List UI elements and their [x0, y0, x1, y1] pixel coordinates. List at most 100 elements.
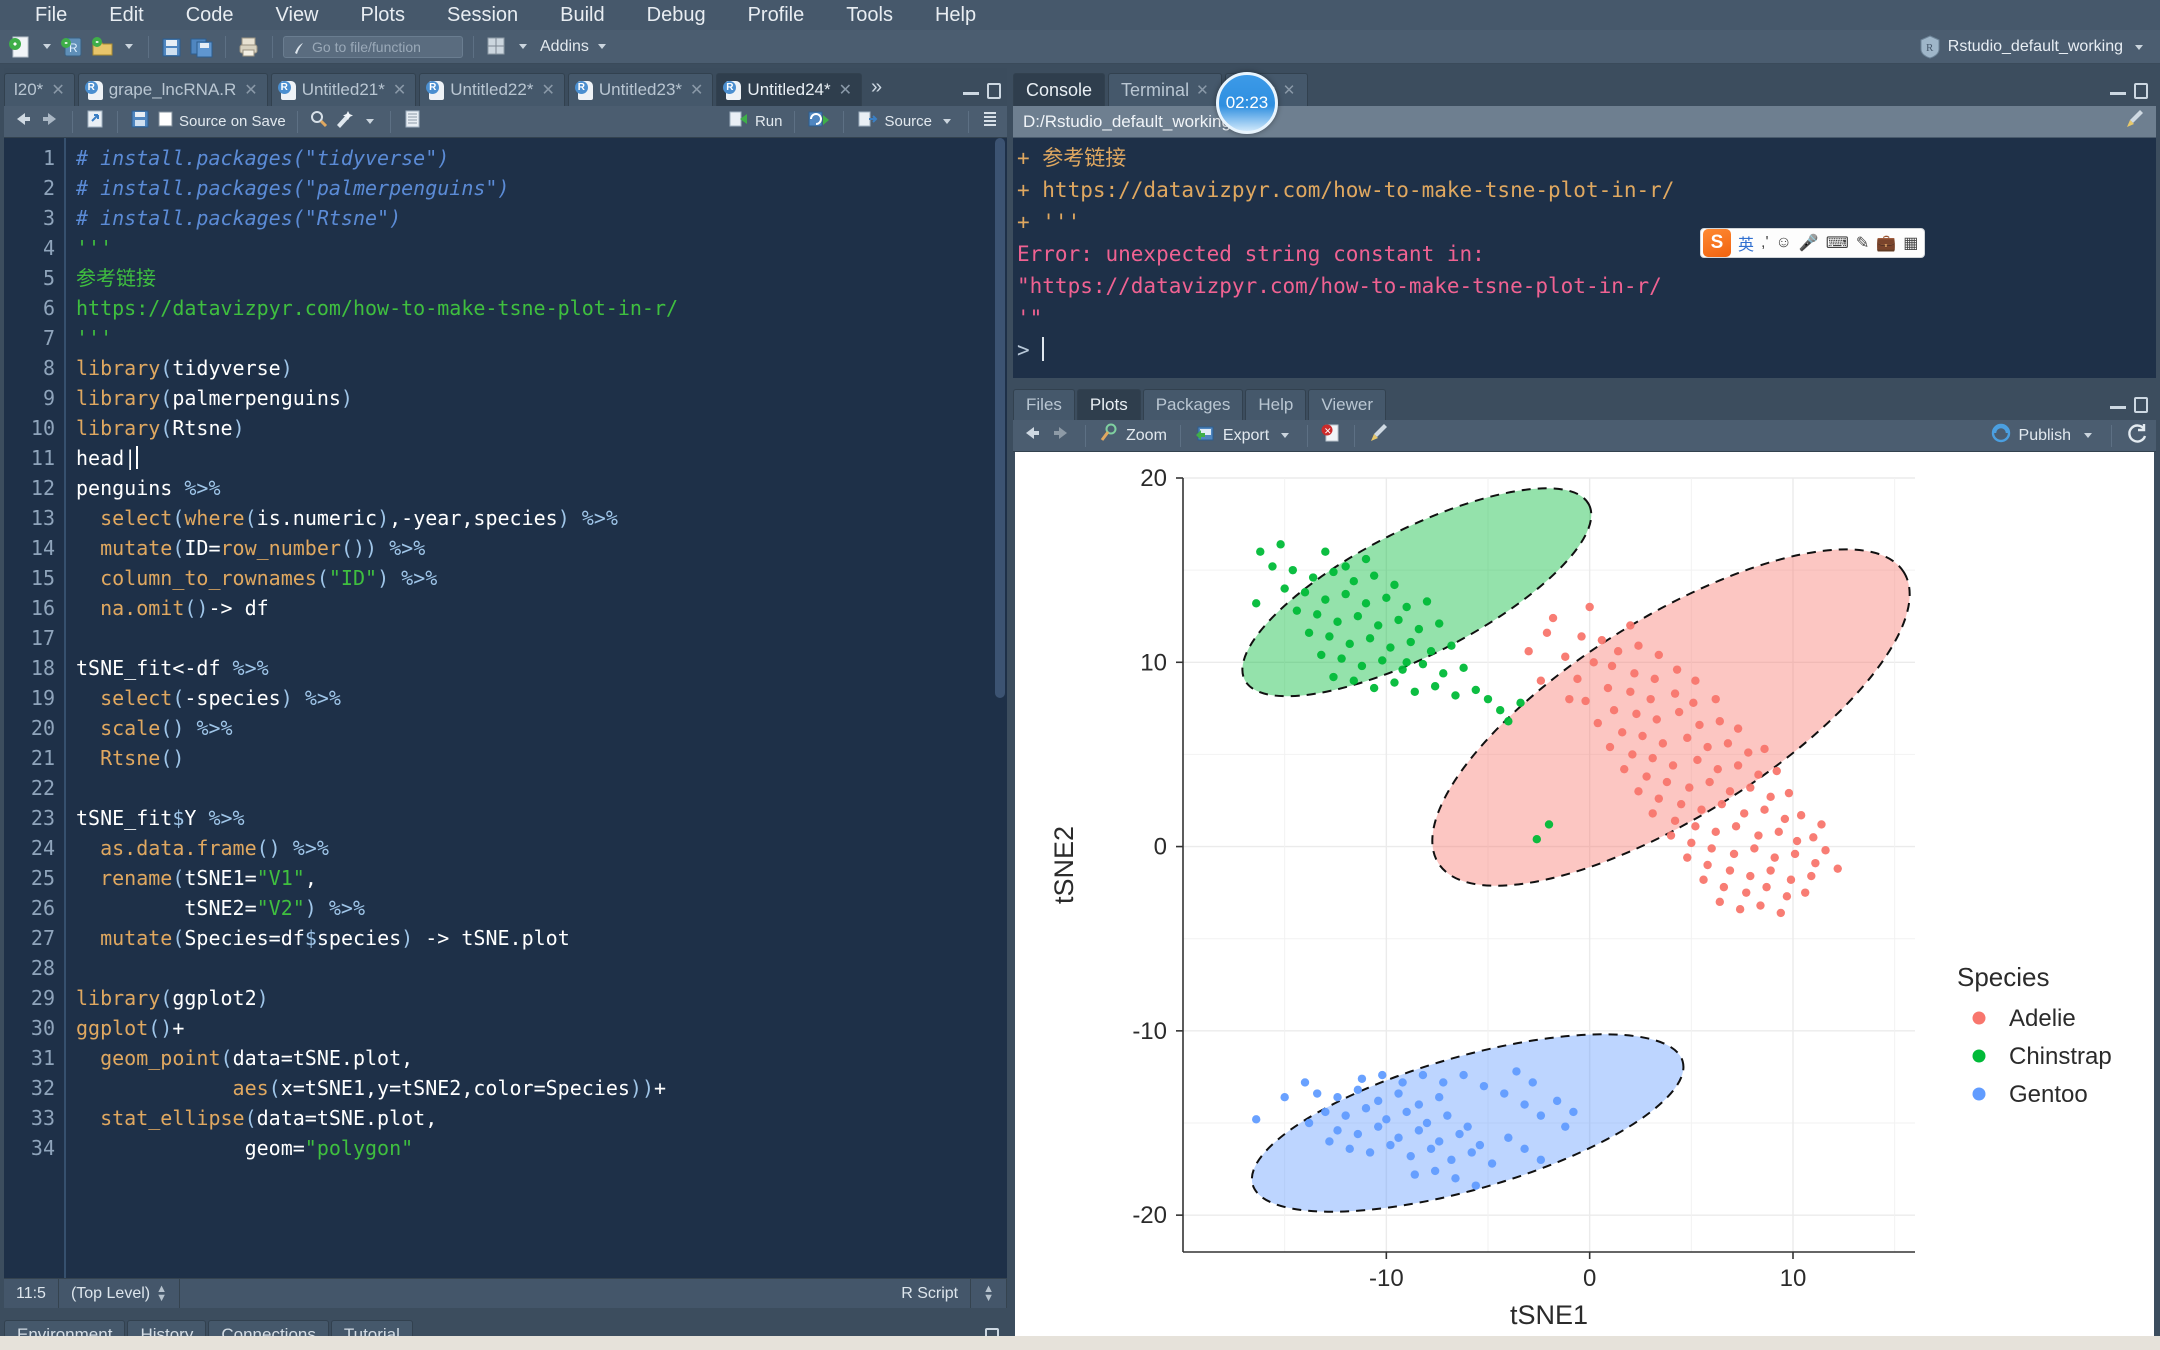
tab-overflow-icon[interactable]: » — [871, 76, 882, 99]
code-line[interactable]: # install.packages("tidyverse") — [76, 143, 1007, 173]
tab-terminal[interactable]: Terminal ✕ — [1108, 73, 1222, 106]
tab-viewer[interactable]: Viewer — [1308, 389, 1386, 420]
close-icon[interactable]: ✕ — [393, 80, 406, 100]
plot-canvas[interactable]: -20-1001020-10010tSNE1tSNE2SpeciesAdelie… — [1015, 452, 2154, 1348]
close-icon[interactable]: ✕ — [51, 80, 64, 100]
code-line[interactable]: mutate(ID=row_number()) %>% — [76, 533, 1007, 563]
menu-edit[interactable]: Edit — [88, 2, 164, 29]
publish-icon[interactable] — [1991, 423, 2011, 448]
console-output[interactable]: + 参考链接+ https://datavizpyr.com/how-to-ma… — [1013, 138, 2156, 378]
save-all-icon[interactable] — [189, 35, 215, 59]
clear-console-icon[interactable] — [2124, 108, 2146, 135]
show-in-new-window-icon[interactable] — [84, 109, 106, 134]
new-file-dropdown-caret[interactable] — [43, 44, 51, 49]
code-line[interactable]: select(-species) %>% — [76, 683, 1007, 713]
refresh-icon[interactable] — [2126, 422, 2148, 449]
maximize-pane-icon[interactable] — [2134, 397, 2148, 413]
find-icon[interactable] — [309, 109, 329, 134]
punctuation-icon[interactable]: ,' — [1761, 234, 1769, 252]
code-line[interactable]: ggplot()+ — [76, 1013, 1007, 1043]
editor-tab-3[interactable]: Untitled22* ✕ — [419, 73, 565, 106]
forward-arrow-icon[interactable] — [39, 110, 61, 133]
code-tools-icon[interactable] — [334, 109, 356, 134]
editor-menu-icon[interactable] — [981, 109, 999, 134]
code-line[interactable] — [76, 953, 1007, 983]
menu-view[interactable]: View — [255, 2, 340, 29]
tab-help[interactable]: Help — [1245, 389, 1306, 420]
code-line[interactable]: library(Rtsne) — [76, 413, 1007, 443]
close-icon[interactable]: ✕ — [690, 80, 703, 100]
code-line[interactable] — [76, 623, 1007, 653]
code-tools-dropdown-caret[interactable] — [366, 119, 374, 124]
project-dropdown-caret[interactable] — [2135, 45, 2143, 50]
keyboard-icon[interactable]: ⌨ — [1826, 233, 1849, 253]
code-line[interactable]: column_to_rownames("ID") %>% — [76, 563, 1007, 593]
code-editor[interactable]: 1234567891011121314151617181920212223242… — [4, 138, 1007, 1278]
source-icon[interactable] — [856, 109, 878, 134]
back-arrow-icon[interactable] — [1021, 424, 1043, 447]
menu-help[interactable]: Help — [914, 2, 997, 29]
menu-plots[interactable]: Plots — [340, 2, 426, 29]
tab-files[interactable]: Files — [1013, 389, 1075, 420]
source-on-save-checkbox[interactable] — [156, 110, 174, 133]
menu-profile[interactable]: Profile — [727, 2, 826, 29]
code-line[interactable]: https://datavizpyr.com/how-to-make-tsne-… — [76, 293, 1007, 323]
code-line[interactable] — [76, 773, 1007, 803]
code-content[interactable]: # install.packages("tidyverse")# install… — [66, 138, 1007, 1278]
addins-dropdown-caret[interactable] — [598, 44, 606, 49]
editor-tab-4[interactable]: Untitled23* ✕ — [568, 73, 714, 106]
menu-build[interactable]: Build — [539, 2, 625, 29]
close-icon[interactable]: ✕ — [1196, 81, 1209, 99]
editor-tab-5[interactable]: Untitled24* ✕ — [716, 73, 862, 106]
tab-plots[interactable]: Plots — [1077, 389, 1141, 420]
code-line[interactable]: geom_point(data=tSNE.plot, — [76, 1043, 1007, 1073]
screen-recorder-timer[interactable]: 02:23 — [1216, 72, 1278, 134]
code-line[interactable]: # install.packages("palmerpenguins") — [76, 173, 1007, 203]
editor-tab-2[interactable]: Untitled21* ✕ — [271, 73, 417, 106]
tab-console[interactable]: Console — [1013, 73, 1105, 106]
code-line[interactable]: tSNE_fit<-df %>% — [76, 653, 1007, 683]
remove-plot-icon[interactable]: ✕ — [1321, 423, 1341, 448]
scope-stepper-icon[interactable]: ▲▼ — [156, 1285, 167, 1303]
close-icon[interactable]: ✕ — [244, 80, 257, 100]
minimize-pane-icon[interactable] — [2110, 397, 2126, 409]
maximize-pane-icon[interactable] — [2134, 83, 2148, 99]
code-line[interactable]: library(ggplot2) — [76, 983, 1007, 1013]
code-line[interactable]: tSNE2="V2") %>% — [76, 893, 1007, 923]
code-line[interactable]: library(palmerpenguins) — [76, 383, 1007, 413]
tab-packages[interactable]: Packages — [1143, 389, 1244, 420]
go-to-file-input[interactable]: Go to file/function — [283, 36, 463, 58]
editor-tab-0[interactable]: l20* ✕ — [4, 73, 75, 106]
menu-code[interactable]: Code — [165, 2, 255, 29]
export-dropdown-caret[interactable] — [1281, 433, 1289, 438]
editor-tab-1[interactable]: grape_lncRNA.R ✕ — [78, 73, 268, 106]
menu-session[interactable]: Session — [426, 2, 539, 29]
code-line[interactable]: head| — [76, 443, 1007, 473]
code-line[interactable]: as.data.frame() %>% — [76, 833, 1007, 863]
code-line[interactable]: library(tidyverse) — [76, 353, 1007, 383]
code-line[interactable]: # install.packages("Rtsne") — [76, 203, 1007, 233]
close-icon[interactable]: ✕ — [839, 80, 852, 100]
back-arrow-icon[interactable] — [12, 110, 34, 133]
run-button-label[interactable]: Run — [755, 113, 783, 130]
code-line[interactable]: mutate(Species=df$species) -> tSNE.plot — [76, 923, 1007, 953]
zoom-icon[interactable] — [1099, 423, 1119, 448]
save-icon[interactable] — [129, 109, 151, 134]
code-line[interactable]: stat_ellipse(data=tSNE.plot, — [76, 1103, 1007, 1133]
new-file-icon[interactable] — [8, 35, 34, 59]
smiley-icon[interactable]: ☺ — [1776, 234, 1792, 252]
status-stepper-icon[interactable]: ▲▼ — [971, 1279, 1007, 1308]
code-line[interactable]: select(where(is.numeric),-year,species) … — [76, 503, 1007, 533]
addins-button[interactable]: Addins — [540, 38, 589, 56]
source-dropdown-caret[interactable] — [943, 119, 951, 124]
mic-icon[interactable]: 🎤 — [1799, 233, 1819, 253]
code-line[interactable]: ''' — [76, 233, 1007, 263]
code-line[interactable]: ''' — [76, 323, 1007, 353]
maximize-pane-icon[interactable] — [987, 83, 1001, 99]
close-icon[interactable]: ✕ — [541, 80, 554, 100]
toolbox-icon[interactable]: 💼 — [1876, 233, 1896, 253]
forward-arrow-icon[interactable] — [1050, 424, 1072, 447]
clear-all-plots-icon[interactable] — [1368, 422, 1390, 449]
file-type-label[interactable]: R Script — [889, 1279, 971, 1308]
print-icon[interactable] — [236, 35, 262, 59]
